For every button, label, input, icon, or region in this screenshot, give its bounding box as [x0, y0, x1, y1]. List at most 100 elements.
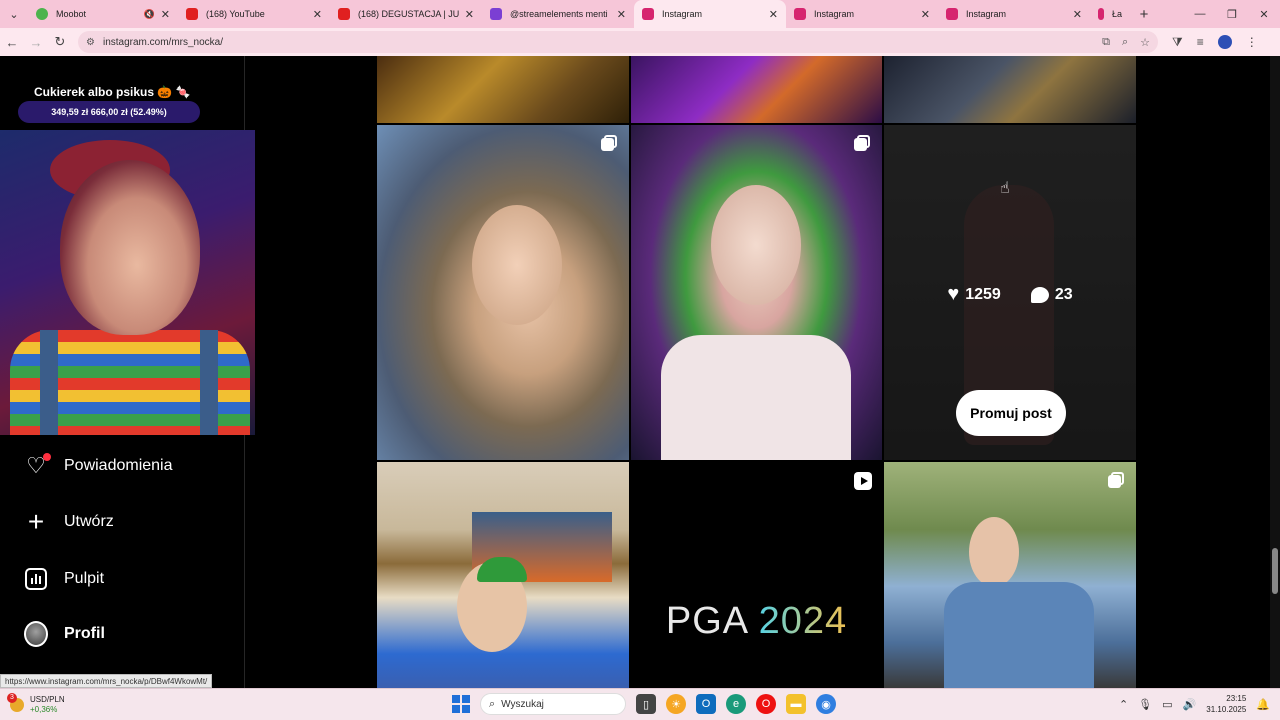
close-tab-icon[interactable]: ✕ [769, 8, 778, 21]
post-thumbnail[interactable] [377, 462, 629, 688]
clock[interactable]: 23:15 31.10.2025 [1206, 693, 1246, 715]
address-bar[interactable]: ⚙ instagram.com/mrs_nocka/ ⧉ ⌕ ☆ [78, 31, 1158, 53]
tab-title: Moobot [56, 9, 87, 19]
bookmark-star-icon[interactable]: ☆ [1140, 36, 1150, 49]
tab-strip: ⌄ Moobot 🔇 ✕ (168) YouTube ✕ (168) DEGUS… [0, 0, 1280, 28]
scrollbar[interactable] [1270, 56, 1280, 688]
tab-instagram-2[interactable]: Instagram ✕ [786, 0, 938, 28]
taskbar-search[interactable]: ⌕ Wyszukaj [480, 693, 626, 715]
mute-icon[interactable]: 🔇 [144, 9, 155, 20]
instagram-icon [1098, 8, 1104, 20]
sidebar: Cukierek albo psikus 🎃 🍬 349,59 zł 666,0… [0, 56, 255, 688]
instagram-page: Cukierek albo psikus 🎃 🍬 349,59 zł 666,0… [0, 56, 1280, 688]
extensions-icon[interactable]: ⧩ [1172, 35, 1183, 50]
tab-title: Instagram [814, 9, 855, 19]
profile-avatar[interactable] [1217, 35, 1232, 49]
volume-icon[interactable]: 🔊 [1183, 698, 1197, 711]
tab-instagram-4[interactable]: Ła [1090, 0, 1132, 28]
post-thumbnail[interactable]: PGA 2024 [631, 462, 882, 688]
tab-youtube-degustacja[interactable]: (168) DEGUSTACJA | JUŻ WID ✕ [330, 0, 482, 28]
carousel-icon [854, 135, 870, 151]
stock-widget[interactable]: 3 USD/PLN +0,36% [0, 692, 180, 715]
new-tab-button[interactable]: + [1132, 6, 1156, 23]
tab-title: (168) YouTube [206, 9, 265, 19]
sidebar-item-label: Profil [64, 625, 105, 642]
task-view-icon[interactable]: ▯ [636, 694, 656, 714]
twitch-icon [490, 8, 502, 20]
ticker-change: +0,36% [30, 704, 58, 714]
sidebar-item-notifications[interactable]: ♡ Powiadomienia [24, 453, 173, 478]
post-thumbnail[interactable] [631, 125, 882, 460]
tab-title: @streamelements menti [510, 9, 608, 19]
progress-text: 349,59 zł 666,00 zł (52.49%) [51, 107, 167, 117]
back-button[interactable]: ← [0, 35, 24, 50]
posts-grid: ♥ 1259 23 Promuj post PGA 2024 [377, 56, 1136, 688]
comment-icon [1030, 286, 1049, 303]
youtube-icon [186, 8, 198, 20]
zoom-icon[interactable]: ⌕ [1122, 36, 1128, 49]
tab-instagram-active[interactable]: Instagram ✕ [634, 0, 786, 28]
tab-youtube[interactable]: (168) YouTube ✕ [178, 0, 330, 28]
search-icon: ⌕ [489, 697, 496, 710]
post-thumbnail[interactable] [631, 56, 882, 123]
heart-icon: ♥ [947, 283, 960, 305]
windows-start-icon[interactable] [452, 695, 470, 713]
post-thumbnail[interactable] [377, 56, 629, 123]
install-app-icon[interactable]: ⧉ [1102, 36, 1110, 49]
cursor-icon: ☝ [1000, 180, 1010, 197]
close-window-icon[interactable]: ✕ [1248, 8, 1280, 21]
window-controls: — ❐ ✕ [1184, 8, 1280, 21]
reel-icon [854, 472, 872, 490]
chevron-up-icon[interactable]: ⌃ [1119, 698, 1128, 711]
tab-search-button[interactable]: ⌄ [0, 0, 28, 28]
sidebar-item-label: Powiadomienia [64, 457, 173, 474]
menu-icon[interactable]: ⋮ [1246, 35, 1258, 49]
url-text[interactable]: instagram.com/mrs_nocka/ [103, 37, 223, 48]
widgets-icon[interactable]: ☀ [666, 694, 686, 714]
promote-post-button[interactable]: Promuj post [956, 390, 1066, 436]
tab-title: Instagram [662, 9, 703, 19]
instagram-icon [794, 8, 806, 20]
file-explorer-icon[interactable]: ▬ [786, 694, 806, 714]
tab-instagram-3[interactable]: Instagram ✕ [938, 0, 1090, 28]
sidebar-item-label: Pulpit [64, 570, 105, 587]
webcam-overlay [0, 130, 255, 435]
sidebar-item-dashboard[interactable]: Pulpit [24, 567, 104, 591]
comments-count: 23 [1054, 285, 1073, 303]
post-thumbnail[interactable] [884, 462, 1136, 688]
media-icon[interactable]: ≡ [1197, 35, 1204, 49]
post-thumbnail[interactable] [884, 56, 1136, 123]
site-info-icon[interactable]: ⚙ [86, 37, 95, 48]
close-tab-icon[interactable]: ✕ [1073, 8, 1082, 21]
heart-icon: ♡ [24, 453, 51, 478]
tab-moobot[interactable]: Moobot 🔇 ✕ [28, 0, 178, 28]
close-tab-icon[interactable]: ✕ [465, 8, 474, 21]
tab-streamelements[interactable]: @streamelements menti ✕ [482, 0, 634, 28]
pga-title: PGA 2024 [665, 600, 848, 642]
edge-icon[interactable]: e [726, 694, 746, 714]
restore-icon[interactable]: ❐ [1216, 8, 1248, 21]
close-tab-icon[interactable]: ✕ [313, 8, 322, 21]
forward-button[interactable]: → [24, 35, 48, 50]
stream-overlay-title: Cukierek albo psikus 🎃 🍬 [34, 85, 191, 99]
close-tab-icon[interactable]: ✕ [921, 8, 930, 21]
notifications-icon[interactable]: 🔔 [1256, 698, 1270, 711]
outlook-icon[interactable]: O [696, 694, 716, 714]
close-tab-icon[interactable]: ✕ [161, 8, 170, 21]
post-thumbnail[interactable] [377, 125, 629, 460]
search-placeholder: Wyszukaj [501, 698, 544, 710]
close-tab-icon[interactable]: ✕ [617, 8, 626, 21]
sidebar-item-create[interactable]: + Utwórz [24, 506, 114, 537]
moobot-icon [36, 8, 48, 20]
microphone-icon[interactable]: 🎙 [1138, 698, 1152, 711]
reload-button[interactable]: ↻ [48, 34, 72, 50]
minimize-icon[interactable]: — [1184, 8, 1216, 21]
opera-icon[interactable]: O [756, 694, 776, 714]
post-thumbnail-hovered[interactable]: ♥ 1259 23 Promuj post [884, 125, 1136, 460]
network-icon[interactable]: ▭ [1162, 698, 1172, 711]
chrome-icon[interactable]: ◉ [816, 694, 836, 714]
taskbar: 3 USD/PLN +0,36% ⌕ Wyszukaj ▯ ☀ O e O ▬ … [0, 688, 1280, 720]
sidebar-item-profile[interactable]: Profil [24, 621, 105, 647]
post-stats: ♥ 1259 23 [884, 283, 1136, 306]
ticker-name: USD/PLN [30, 694, 65, 704]
